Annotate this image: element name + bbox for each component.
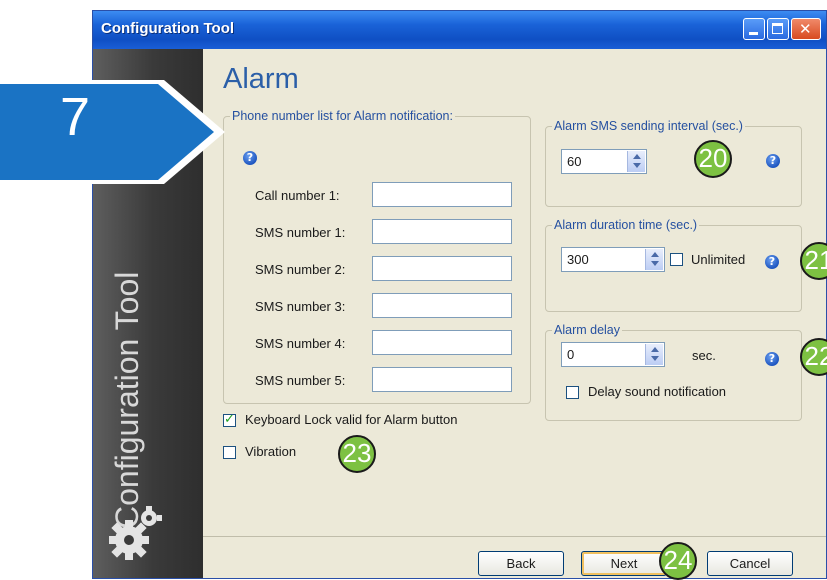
callout-badge: 24 [659, 542, 697, 580]
sms-number-2-field[interactable] [372, 256, 512, 281]
sms-number-2-label: SMS number 2: [255, 262, 346, 277]
vibration-label: Vibration [245, 444, 297, 459]
callout-badge: 21 [800, 242, 827, 280]
spinner-arrows-icon[interactable] [645, 344, 663, 365]
next-button[interactable]: Next [581, 551, 667, 576]
sms-number-1-label: SMS number 1: [255, 225, 346, 240]
step-number: 7 [60, 87, 91, 147]
delay-sound-label: Delay sound notification [588, 384, 727, 399]
help-icon[interactable]: ? [243, 151, 257, 165]
callout-badge: 22 [800, 338, 827, 376]
alarm-delay-value: 0 [567, 347, 575, 362]
sms-interval-legend: Alarm SMS sending interval (sec.) [554, 119, 743, 133]
sms-interval-value: 60 [567, 154, 582, 169]
step-arrow-badge [0, 80, 225, 184]
help-icon[interactable]: ? [765, 255, 779, 269]
sms-number-3-field[interactable] [372, 293, 512, 318]
minimize-button[interactable] [743, 18, 765, 40]
sms-number-4-label: SMS number 4: [255, 336, 346, 351]
spinner-arrows-icon[interactable] [645, 249, 663, 270]
unlimited-label: Unlimited [691, 252, 746, 267]
alarm-duration-legend: Alarm duration time (sec.) [554, 218, 698, 232]
unlimited-checkbox[interactable] [670, 253, 683, 266]
sms-number-4-field[interactable] [372, 330, 512, 355]
close-button[interactable] [791, 18, 821, 40]
sms-number-5-label: SMS number 5: [255, 373, 346, 388]
vibration-checkbox[interactable] [223, 446, 236, 459]
alarm-delay-spinner[interactable]: 0 [561, 342, 665, 367]
help-icon[interactable]: ? [765, 352, 779, 366]
back-button[interactable]: Back [478, 551, 564, 576]
keyboard-lock-checkbox[interactable] [223, 412, 236, 427]
sms-number-5-field[interactable] [372, 367, 512, 392]
title-bar[interactable]: Configuration Tool [93, 11, 826, 49]
sms-interval-spinner[interactable]: 60 [561, 149, 647, 174]
delay-sound-checkbox[interactable] [566, 386, 579, 399]
alarm-delay-group: Alarm delay [545, 323, 802, 421]
keyboard-lock-label: Keyboard Lock valid for Alarm button [245, 412, 458, 427]
callout-badge: 20 [694, 140, 732, 178]
phone-group-legend: Phone number list for Alarm notification… [232, 109, 453, 123]
maximize-button[interactable] [767, 18, 789, 40]
gear-icon [109, 506, 162, 560]
callout-badge: 23 [338, 435, 376, 473]
call-number-1-label: Call number 1: [255, 188, 340, 203]
sidebar-label: Configuration Tool [109, 271, 145, 529]
call-number-1-field[interactable] [372, 182, 512, 207]
cancel-button[interactable]: Cancel [707, 551, 793, 576]
alarm-duration-spinner[interactable]: 300 [561, 247, 665, 272]
spinner-arrows-icon[interactable] [627, 151, 645, 172]
window-title: Configuration Tool [101, 20, 235, 37]
alarm-delay-legend: Alarm delay [554, 323, 620, 337]
delay-unit-label: sec. [692, 348, 716, 363]
sms-number-1-field[interactable] [372, 219, 512, 244]
page-title: Alarm [223, 63, 299, 95]
help-icon[interactable]: ? [766, 154, 780, 168]
sms-number-3-label: SMS number 3: [255, 299, 346, 314]
alarm-duration-value: 300 [567, 252, 589, 267]
footer-divider [203, 536, 826, 537]
